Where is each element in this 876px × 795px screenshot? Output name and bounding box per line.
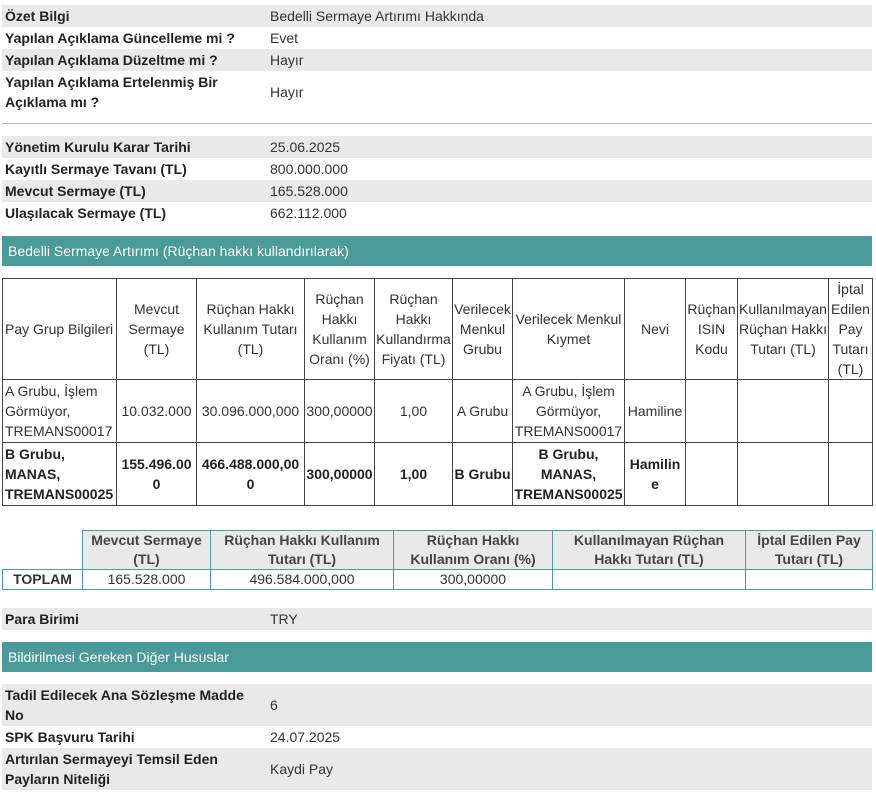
totals-header: Rüçhan Hakkı Kullanım Oranı (%) bbox=[393, 530, 553, 570]
capital-row: Ulaşılacak Sermaye (TL) 662.112.000 bbox=[2, 202, 872, 224]
summary-table: Özet Bilgi Bedelli Sermaye Artırımı Hakk… bbox=[2, 5, 872, 113]
column-header: Pay Grup Bilgileri bbox=[2, 278, 117, 380]
totals-header-row: Mevcut Sermaye (TL) Rüçhan Hakkı Kullanı… bbox=[2, 530, 873, 570]
totals-row: TOPLAM 165.528.000 496.584.000,000 300,0… bbox=[2, 569, 873, 590]
disclosure-page: Özet Bilgi Bedelli Sermaye Artırımı Hakk… bbox=[0, 0, 876, 795]
column-header: Rüçhan Hakkı Kullandırma Fiyatı (TL) bbox=[374, 278, 453, 380]
table-cell: B Grubu bbox=[452, 442, 513, 506]
totals-cell bbox=[745, 569, 873, 590]
column-header: İptal Edilen Pay Tutarı (TL) bbox=[828, 278, 873, 380]
table-cell: 10.032.000 bbox=[116, 379, 197, 443]
table-cell: B Grubu, MANAS, TREMANS00025 bbox=[2, 442, 117, 506]
totals-header: Mevcut Sermaye (TL) bbox=[82, 530, 211, 570]
capital-key: Kayıtlı Sermaye Tavanı (TL) bbox=[5, 161, 187, 177]
currency-row: Para Birimi TRY bbox=[2, 608, 872, 630]
capital-table: Yönetim Kurulu Karar Tarihi 25.06.2025 K… bbox=[2, 136, 872, 224]
column-header: Kullanılmayan Rüçhan Hakkı Tutarı (TL) bbox=[737, 278, 829, 380]
capital-value: 25.06.2025 bbox=[264, 136, 872, 158]
other-row: Artırılan Sermayeyi Temsil Eden Payların… bbox=[2, 748, 872, 790]
totals-cell: 300,00000 bbox=[393, 569, 553, 590]
rights-issue-table: Pay Grup Bilgileri Mevcut Sermaye (TL) R… bbox=[2, 278, 873, 506]
column-header: Rüçhan ISIN Kodu bbox=[685, 278, 738, 380]
section-header-other-matters: Bildirilmesi Gereken Diğer Hususlar bbox=[2, 642, 872, 672]
summary-value: Hayır bbox=[270, 84, 304, 100]
capital-row: Mevcut Sermaye (TL) 165.528.000 bbox=[2, 180, 872, 202]
currency-table: Para Birimi TRY bbox=[2, 608, 872, 630]
table-cell bbox=[685, 379, 738, 443]
totals-table: Mevcut Sermaye (TL) Rüçhan Hakkı Kullanı… bbox=[2, 530, 873, 590]
table-cell: 155.496.000 bbox=[116, 442, 197, 506]
table-cell bbox=[828, 442, 873, 506]
summary-row: Yapılan Açıklama Düzeltme mi ? Hayır bbox=[2, 49, 872, 71]
column-header: Rüçhan Hakkı Kullanım Tutarı (TL) bbox=[196, 278, 305, 380]
column-header: Mevcut Sermaye (TL) bbox=[116, 278, 197, 380]
capital-value: 165.528.000 bbox=[264, 180, 872, 202]
column-header: Verilecek Menkul Kıymet bbox=[512, 278, 625, 380]
section-header-rights-issue: Bedelli Sermaye Artırımı (Rüçhan hakkı k… bbox=[2, 236, 872, 266]
table-header-row: Pay Grup Bilgileri Mevcut Sermaye (TL) R… bbox=[2, 278, 873, 380]
table-cell bbox=[828, 379, 873, 443]
other-value: 6 bbox=[264, 684, 872, 726]
totals-header bbox=[2, 530, 83, 570]
table-cell: A Grubu, İşlem Görmüyor, TREMANS00017 bbox=[512, 379, 625, 443]
divider bbox=[2, 123, 872, 124]
summary-row: Özet Bilgi Bedelli Sermaye Artırımı Hakk… bbox=[2, 5, 872, 27]
totals-cell: 165.528.000 bbox=[82, 569, 211, 590]
summary-value: Evet bbox=[270, 30, 299, 46]
table-cell: Hamiline bbox=[624, 442, 686, 506]
table-row: B Grubu, MANAS, TREMANS00025 155.496.000… bbox=[2, 442, 873, 506]
other-key: Artırılan Sermayeyi Temsil Eden Payların… bbox=[2, 748, 264, 790]
summary-row: Yapılan Açıklama Güncelleme mi ? Evet bbox=[2, 27, 872, 49]
totals-cell bbox=[552, 569, 746, 590]
table-cell: Hamiline bbox=[624, 379, 686, 443]
column-header: Nevi bbox=[624, 278, 686, 380]
totals-header: İptal Edilen Pay Tutarı (TL) bbox=[745, 530, 873, 570]
table-cell bbox=[737, 379, 829, 443]
totals-cell: 496.584.000,000 bbox=[210, 569, 394, 590]
table-cell: 300,00000 bbox=[304, 379, 375, 443]
capital-row: Kayıtlı Sermaye Tavanı (TL) 800.000.000 bbox=[2, 158, 872, 180]
other-value: Kaydi Pay bbox=[264, 748, 872, 790]
column-header: Verilecek Menkul Grubu bbox=[452, 278, 513, 380]
other-row: SPK Başvuru Tarihi 24.07.2025 bbox=[2, 726, 872, 748]
table-cell bbox=[737, 442, 829, 506]
table-cell: A Grubu, İşlem Görmüyor, TREMANS00017 bbox=[2, 379, 117, 443]
summary-key: Yapılan Açıklama Düzeltme mi ? bbox=[2, 49, 264, 71]
table-cell: 300,00000 bbox=[304, 442, 375, 506]
other-key: SPK Başvuru Tarihi bbox=[5, 729, 135, 745]
table-cell: 30.096.000,000 bbox=[196, 379, 305, 443]
capital-row: Yönetim Kurulu Karar Tarihi 25.06.2025 bbox=[2, 136, 872, 158]
summary-value: Hayır bbox=[264, 49, 872, 71]
table-cell: 1,00 bbox=[374, 379, 453, 443]
capital-key: Mevcut Sermaye (TL) bbox=[2, 180, 264, 202]
summary-key: Yapılan Açıklama Güncelleme mi ? bbox=[5, 30, 235, 46]
capital-key: Yönetim Kurulu Karar Tarihi bbox=[2, 136, 264, 158]
summary-key: Özet Bilgi bbox=[2, 5, 264, 27]
currency-key: Para Birimi bbox=[2, 608, 264, 630]
summary-value: Bedelli Sermaye Artırımı Hakkında bbox=[264, 5, 872, 27]
table-cell: 1,00 bbox=[374, 442, 453, 506]
table-cell bbox=[685, 442, 738, 506]
capital-value: 662.112.000 bbox=[270, 205, 347, 221]
other-row: Tadil Edilecek Ana Sözleşme Madde No 6 bbox=[2, 684, 872, 726]
table-cell: 466.488.000,000 bbox=[196, 442, 305, 506]
other-matters-table: Tadil Edilecek Ana Sözleşme Madde No 6 S… bbox=[2, 684, 872, 790]
other-key: Tadil Edilecek Ana Sözleşme Madde No bbox=[2, 684, 264, 726]
table-row: A Grubu, İşlem Görmüyor, TREMANS00017 10… bbox=[2, 379, 873, 443]
summary-row: Yapılan Açıklama Ertelenmiş Bir Açıklama… bbox=[2, 71, 872, 113]
table-cell: B Grubu, MANAS, TREMANS00025 bbox=[512, 442, 625, 506]
totals-label: TOPLAM bbox=[2, 569, 83, 590]
table-cell: A Grubu bbox=[452, 379, 513, 443]
currency-value: TRY bbox=[264, 608, 872, 630]
totals-header: Rüçhan Hakkı Kullanım Tutarı (TL) bbox=[210, 530, 394, 570]
capital-value: 800.000.000 bbox=[270, 161, 348, 177]
column-header: Rüçhan Hakkı Kullanım Oranı (%) bbox=[304, 278, 375, 380]
summary-key: Yapılan Açıklama Ertelenmiş Bir Açıklama… bbox=[5, 74, 218, 110]
totals-header: Kullanılmayan Rüçhan Hakkı Tutarı (TL) bbox=[552, 530, 746, 570]
capital-key: Ulaşılacak Sermaye (TL) bbox=[5, 205, 167, 221]
other-value: 24.07.2025 bbox=[270, 729, 341, 745]
